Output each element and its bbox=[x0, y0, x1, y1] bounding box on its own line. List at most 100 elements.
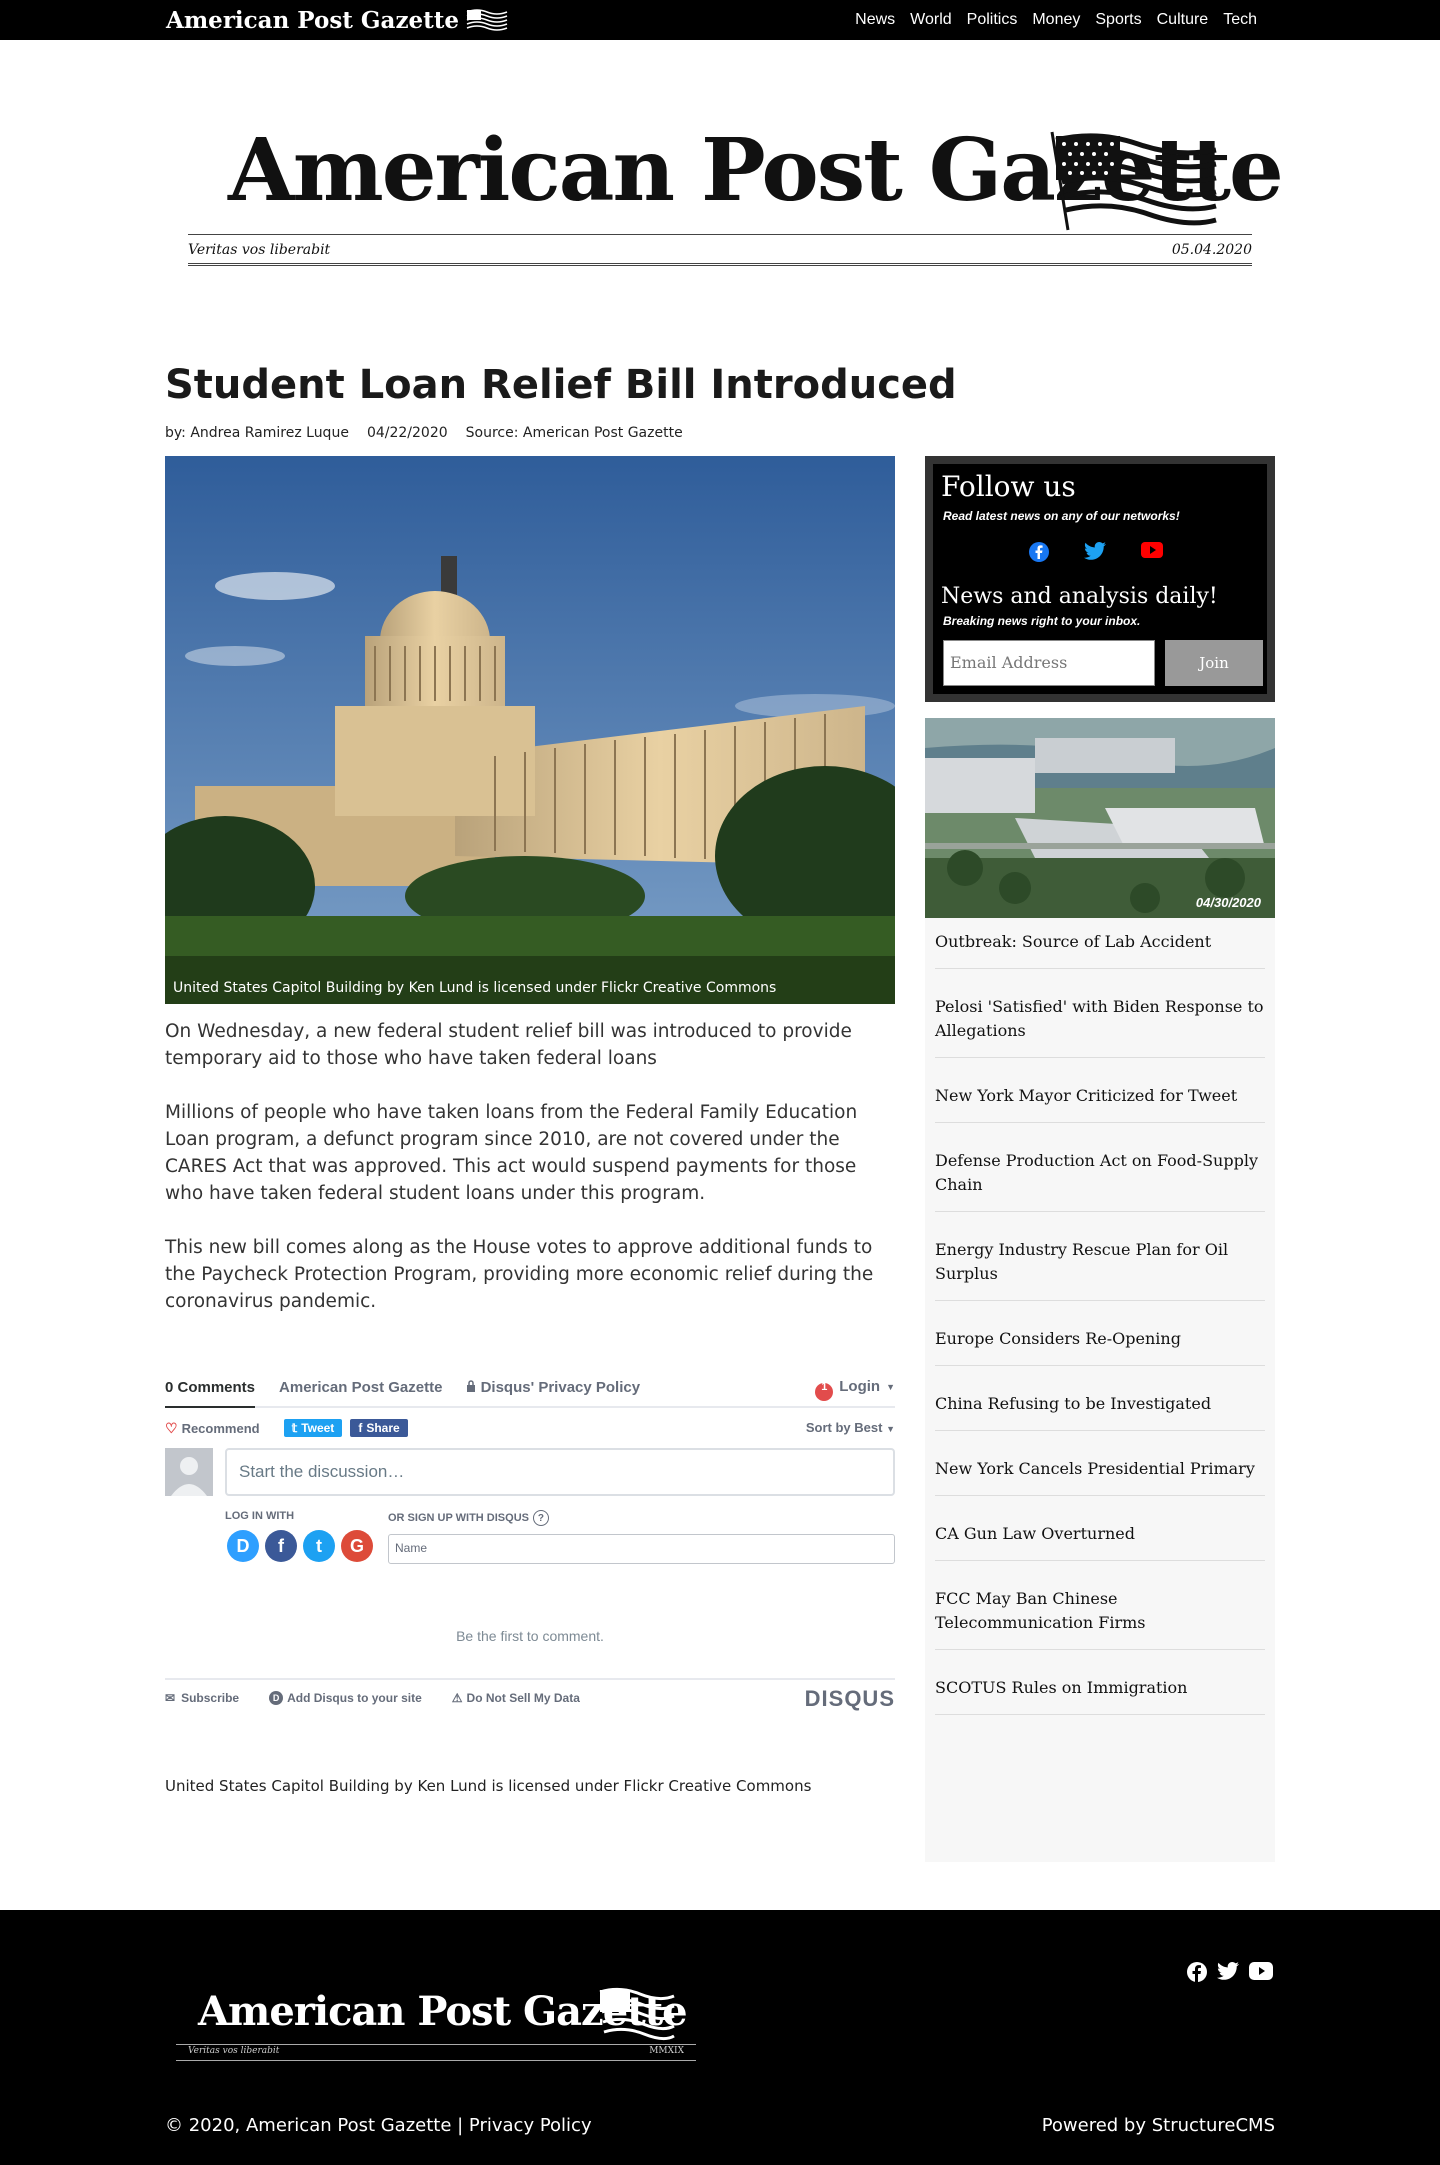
chevron-down-icon: ▼ bbox=[886, 1424, 895, 1434]
nav-sports[interactable]: Sports bbox=[1095, 11, 1141, 29]
youtube-icon[interactable] bbox=[1249, 1962, 1273, 1980]
story-link[interactable]: SCOTUS Rules on Immigration bbox=[935, 1650, 1265, 1715]
nav-news[interactable]: News bbox=[855, 11, 895, 29]
story-link[interactable]: China Refusing to be Investigated bbox=[935, 1366, 1265, 1431]
comments-actions: ♡ Recommend 𝕥 Tweet f Share Sort by Best… bbox=[165, 1408, 895, 1448]
login-menu[interactable]: 1 Login ▼ bbox=[815, 1378, 895, 1405]
footer-social-icons bbox=[1187, 1962, 1273, 1982]
do-not-sell-link[interactable]: ⚠ Do Not Sell My Data bbox=[452, 1691, 580, 1705]
disqus-login-button[interactable]: D bbox=[227, 1530, 259, 1562]
masthead-motto: Veritas vos liberabit bbox=[188, 242, 331, 258]
story-link[interactable]: Europe Considers Re-Opening bbox=[935, 1301, 1265, 1366]
footer-motto: Veritas vos liberabit bbox=[188, 2046, 280, 2056]
masthead: American Post Gazette Veritas vos libera… bbox=[188, 120, 1284, 270]
tab-comments[interactable]: 0 Comments bbox=[165, 1379, 256, 1408]
twitter-icon[interactable] bbox=[1217, 1962, 1239, 1980]
nav-politics[interactable]: Politics bbox=[967, 11, 1018, 29]
story-link[interactable]: Pelosi 'Satisfied' with Biden Response t… bbox=[935, 969, 1265, 1058]
social-login-buttons: D f t G bbox=[227, 1530, 373, 1562]
disqus-icon: D bbox=[269, 1691, 284, 1705]
mail-icon: ✉ bbox=[165, 1691, 176, 1705]
powered-by-text[interactable]: Powered by StructureCMS bbox=[1042, 2115, 1275, 2136]
related-stories: 04/30/2020 Outbreak: Source of Lab Accid… bbox=[925, 718, 1275, 1862]
google-login-button[interactable]: G bbox=[341, 1530, 373, 1562]
chevron-down-icon: ▼ bbox=[886, 1381, 895, 1392]
heart-icon: ♡ bbox=[165, 1419, 178, 1436]
aerial-city-image bbox=[925, 718, 1275, 918]
tab-privacy[interactable]: Disqus' Privacy Policy bbox=[466, 1379, 640, 1406]
story-link[interactable]: New York Mayor Criticized for Tweet bbox=[935, 1058, 1265, 1123]
masthead-rule bbox=[188, 234, 1252, 235]
comment-input[interactable]: Start the discussion… bbox=[225, 1448, 895, 1496]
nav-money[interactable]: Money bbox=[1032, 11, 1080, 29]
navbar-brand-text: American Post Gazette bbox=[166, 6, 460, 34]
nav-tech[interactable]: Tech bbox=[1223, 11, 1257, 29]
story-link[interactable]: Energy Industry Rescue Plan for Oil Surp… bbox=[935, 1212, 1265, 1301]
article-hero-image: United States Capitol Building by Ken Lu… bbox=[165, 456, 895, 1004]
facebook-icon: f bbox=[358, 1421, 363, 1435]
newsletter-subtitle: Breaking news right to your inbox. bbox=[943, 614, 1141, 628]
footer-logo[interactable]: American Post Gazette Veritas vos libera… bbox=[176, 1982, 696, 2082]
share-button[interactable]: f Share bbox=[350, 1419, 408, 1437]
footer-rule bbox=[176, 2044, 696, 2045]
twitter-login-button[interactable]: t bbox=[303, 1530, 335, 1562]
article-byline: by: Andrea Ramirez Luque 04/22/2020 Sour… bbox=[165, 425, 683, 441]
tab-site[interactable]: American Post Gazette bbox=[279, 1379, 442, 1406]
twitter-icon[interactable] bbox=[1084, 542, 1106, 560]
navbar-logo[interactable]: American Post Gazette bbox=[166, 3, 509, 37]
site-footer: American Post Gazette Veritas vos libera… bbox=[0, 1910, 1440, 2165]
tweet-button[interactable]: 𝕥 Tweet bbox=[283, 1419, 343, 1437]
thumbnail-date: 04/30/2020 bbox=[1195, 895, 1261, 910]
hero-caption: United States Capitol Building by Ken Lu… bbox=[173, 980, 777, 996]
nav-culture[interactable]: Culture bbox=[1157, 11, 1209, 29]
facebook-login-button[interactable]: f bbox=[265, 1530, 297, 1562]
article-source: Source: American Post Gazette bbox=[465, 425, 683, 441]
sort-dropdown[interactable]: Sort by Best ▼ bbox=[806, 1420, 895, 1435]
recommend-button[interactable]: ♡ Recommend bbox=[165, 1420, 260, 1437]
join-button[interactable]: Join bbox=[1165, 640, 1263, 686]
help-icon[interactable]: ? bbox=[532, 1510, 549, 1526]
article-paragraph: On Wednesday, a new federal student reli… bbox=[165, 1021, 852, 1069]
masthead-double-rule bbox=[188, 263, 1252, 266]
follow-widget: Follow us Read latest news on any of our… bbox=[925, 456, 1275, 702]
youtube-icon[interactable] bbox=[1141, 542, 1163, 558]
follow-title: Follow us bbox=[941, 470, 1076, 503]
main-nav: News World Politics Money Sports Culture… bbox=[855, 0, 1257, 40]
avatar bbox=[165, 1448, 213, 1496]
facebook-icon[interactable] bbox=[1029, 542, 1049, 562]
user-icon bbox=[171, 1457, 207, 1496]
comments-footer: ✉ Subscribe D Add Disqus to your site ⚠ … bbox=[165, 1678, 895, 1716]
story-link[interactable]: FCC May Ban Chinese Telecommunication Fi… bbox=[935, 1561, 1265, 1650]
nav-world[interactable]: World bbox=[910, 11, 952, 29]
capitol-image bbox=[165, 456, 895, 1004]
share-buttons: 𝕥 Tweet f Share bbox=[283, 1419, 408, 1437]
flag-icon bbox=[599, 1987, 675, 2041]
flag-icon bbox=[1050, 131, 1217, 231]
story-link[interactable]: CA Gun Law Overturned bbox=[935, 1496, 1265, 1561]
story-link[interactable]: Outbreak: Source of Lab Accident bbox=[935, 918, 1265, 969]
comments-tabs: 0 Comments American Post Gazette Disqus'… bbox=[165, 1370, 895, 1408]
masthead-date: 05.04.2020 bbox=[1171, 242, 1252, 258]
add-disqus-link[interactable]: D Add Disqus to your site bbox=[269, 1691, 422, 1705]
name-field[interactable]: Name bbox=[388, 1534, 895, 1564]
comments-section: 0 Comments American Post Gazette Disqus'… bbox=[165, 1370, 895, 1716]
empty-comments-message: Be the first to comment. bbox=[456, 1628, 604, 1644]
article-date: 04/22/2020 bbox=[366, 425, 448, 441]
disqus-logo[interactable]: DISQUS bbox=[805, 1686, 895, 1712]
copyright-text[interactable]: © 2020, American Post Gazette | Privacy … bbox=[165, 2115, 592, 2136]
footer-rule bbox=[176, 2060, 696, 2061]
newsletter-title: News and analysis daily! bbox=[941, 584, 1218, 609]
signup-label: OR SIGN UP WITH DISQUS ? bbox=[388, 1510, 549, 1526]
article-paragraph: Millions of people who have taken loans … bbox=[165, 1102, 858, 1204]
login-label: Login bbox=[839, 1378, 881, 1395]
featured-story-thumbnail[interactable]: 04/30/2020 bbox=[925, 718, 1275, 918]
facebook-icon[interactable] bbox=[1187, 1962, 1207, 1982]
image-credit: United States Capitol Building by Ken Lu… bbox=[165, 1777, 812, 1795]
subscribe-link[interactable]: ✉ Subscribe bbox=[165, 1691, 239, 1705]
article-author: by: Andrea Ramirez Luque bbox=[165, 425, 349, 441]
story-link[interactable]: New York Cancels Presidential Primary bbox=[935, 1431, 1265, 1496]
email-field[interactable]: Email Address bbox=[943, 640, 1155, 686]
story-link[interactable]: Defense Production Act on Food-Supply Ch… bbox=[935, 1123, 1265, 1212]
login-with-label: LOG IN WITH bbox=[225, 1510, 295, 1522]
footer-year-roman: MMXIX bbox=[649, 2046, 684, 2056]
